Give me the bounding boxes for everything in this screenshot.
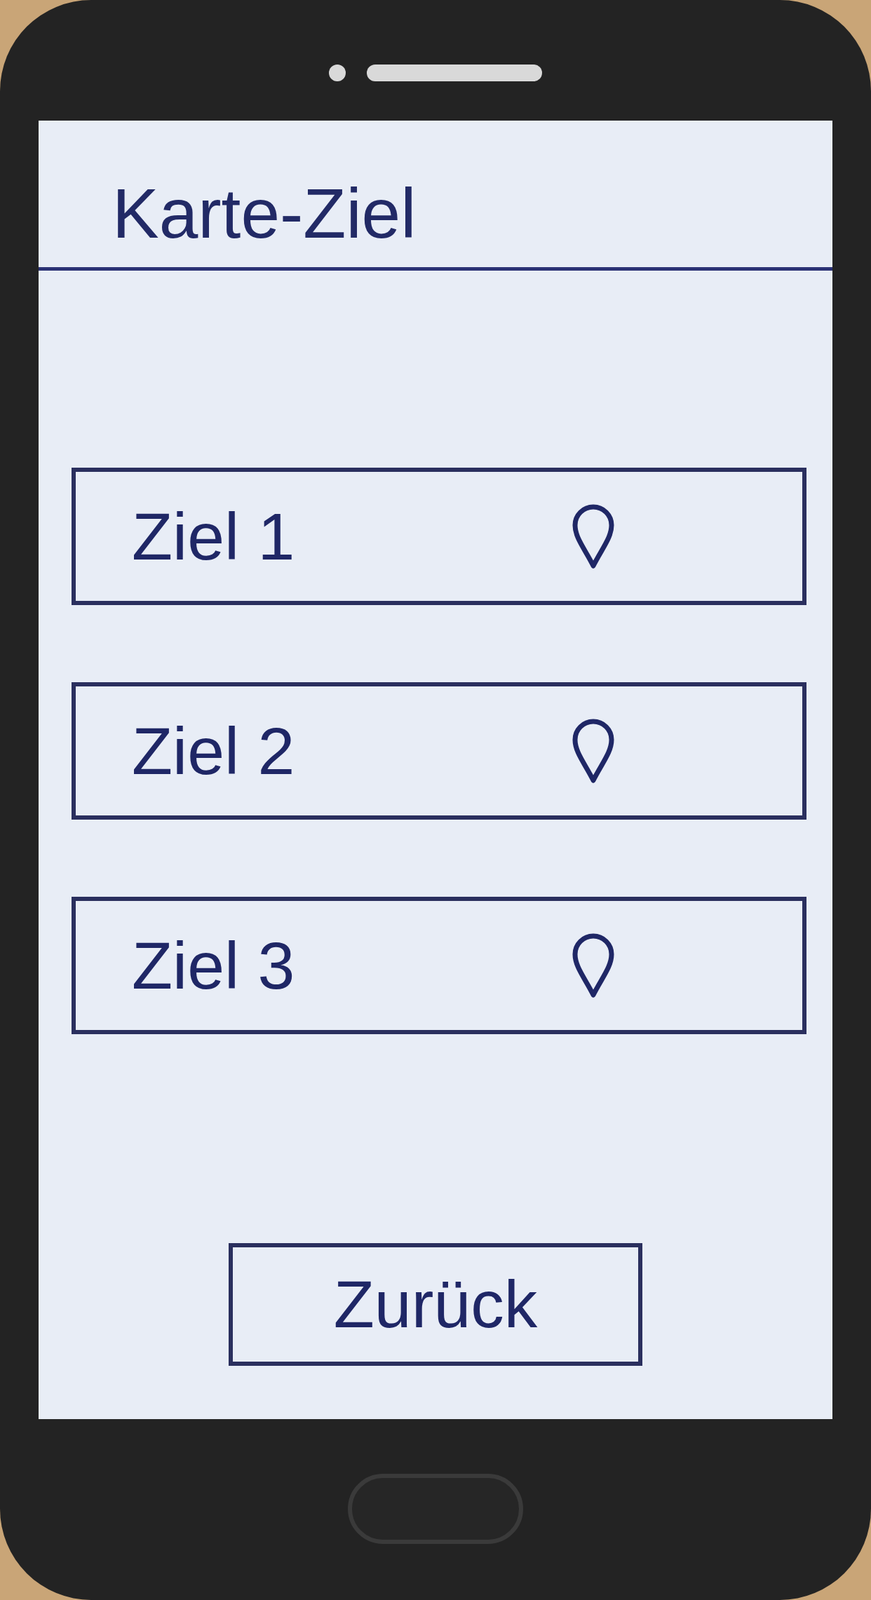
camera-dot [328, 64, 346, 82]
destination-list: Ziel 1 Ziel 2 Ziel 3 [38, 467, 833, 1035]
phone-frame: Karte-Ziel Ziel 1 Ziel 2 Ziel 3 Zurück [0, 0, 871, 1600]
screen-title: Karte-Ziel [112, 174, 416, 252]
phone-screen: Karte-Ziel Ziel 1 Ziel 2 Ziel 3 Zurück [38, 120, 833, 1420]
back-area: Zurück [38, 1243, 833, 1367]
destination-button[interactable]: Ziel 3 [71, 896, 807, 1035]
map-pin-icon [570, 717, 616, 785]
destination-label: Ziel 1 [131, 500, 571, 574]
destination-label: Ziel 2 [131, 714, 571, 789]
phone-speaker [0, 64, 871, 82]
map-pin-icon [570, 932, 616, 1000]
destination-button[interactable]: Ziel 1 [71, 467, 807, 606]
speaker-slot [366, 64, 543, 82]
map-pin-icon [570, 502, 616, 571]
destination-button[interactable]: Ziel 2 [71, 682, 807, 820]
back-button[interactable]: Zurück [228, 1243, 643, 1367]
screen-header: Karte-Ziel [38, 120, 833, 271]
destination-label: Ziel 3 [131, 929, 571, 1003]
home-button[interactable] [347, 1474, 524, 1545]
